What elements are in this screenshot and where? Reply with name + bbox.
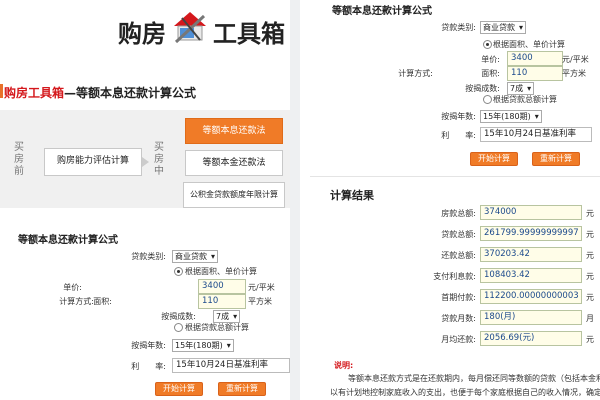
reset-button[interactable]: 重新计算 (218, 382, 266, 396)
result-label: 首期付款: (441, 293, 476, 302)
result-label: 贷款总额: (441, 230, 476, 239)
calc-by-area-label: 根据面积、单价计算 (185, 267, 257, 276)
years-select[interactable]: 15年(180期) (480, 110, 542, 123)
stage-before-label: 买房前 (14, 142, 24, 177)
result-label: 房款总额: (441, 209, 476, 218)
loan-type-select[interactable]: 商业贷款 (480, 21, 526, 34)
ratio-label: 按揭成数: (465, 84, 500, 93)
result-value: 370203.42 (480, 247, 582, 262)
note-line-1: 等额本息还款方式是在还款期内，每月偿还同等数额的贷款（包括本金和 (348, 374, 600, 383)
loan-type-label: 贷款类别: (441, 23, 476, 32)
start-calc-button[interactable]: 开始计算 (470, 152, 518, 166)
page-title-brand: 购房工具箱 (4, 86, 65, 100)
calc-method-label: 计算方式: (59, 297, 94, 306)
result-label: 月均还款: (441, 335, 476, 344)
calc-by-total-radio[interactable] (174, 323, 183, 332)
years-label: 按揭年数: (441, 112, 476, 121)
result-unit: 元 (586, 272, 594, 281)
ratio-label: 按揭成数: (161, 312, 196, 321)
result-unit: 元 (586, 251, 594, 260)
result-unit: 元 (586, 230, 594, 239)
reset-button[interactable]: 重新计算 (532, 152, 580, 166)
logo-text-left: 购房 (118, 19, 166, 48)
area-unit: 平方米 (562, 69, 586, 78)
title-accent-bar (0, 84, 3, 98)
price-label: 单价: (481, 55, 500, 64)
rate-label: 利 率: (131, 362, 166, 371)
result-label: 还款总额: (441, 251, 476, 260)
area-input[interactable]: 110 (198, 294, 246, 309)
result-value: 261799.99999999997 (480, 226, 582, 241)
calc-by-area-radio[interactable] (483, 40, 492, 49)
result-label: 支付利息款: (433, 272, 476, 281)
note-title: 说明: (334, 361, 354, 370)
result-unit: 元 (586, 209, 594, 218)
left-form-heading: 等额本息还款计算公式 (18, 235, 118, 246)
logo-text-right: 工具箱 (213, 19, 285, 48)
page-title-rest: —等额本息还款计算公式 (64, 86, 197, 100)
price-input[interactable]: 3400 (198, 279, 246, 294)
calc-by-total-label: 根据贷款总额计算 (185, 323, 249, 332)
price-unit: 元/平米 (248, 283, 275, 292)
results-divider (310, 176, 600, 177)
result-label: 贷款月数: (441, 314, 476, 323)
result-unit: 元 (586, 335, 594, 344)
area-input[interactable]: 110 (507, 66, 563, 81)
house-tools-icon (170, 6, 210, 46)
page-title: 购房工具箱—等额本息还款计算公式 (4, 84, 196, 101)
result-unit: 月 (586, 314, 594, 323)
right-panel: 等额本息还款计算公式 贷款类别: 商业贷款 根据面积、单价计算 单价: 3400… (300, 0, 600, 400)
right-form-heading: 等额本息还款计算公式 (332, 6, 432, 17)
results-heading: 计算结果 (330, 189, 374, 202)
price-unit: 元/平米 (562, 55, 589, 64)
panel-divider (290, 0, 300, 400)
result-unit: 元 (586, 293, 594, 302)
rate-input[interactable]: 15年10月24日基准利率 (480, 127, 592, 142)
rate-input[interactable]: 15年10月24日基准利率 (172, 358, 290, 373)
assess-button[interactable]: 购房能力评估计算 (44, 148, 142, 176)
years-label: 按揭年数: (131, 341, 166, 350)
left-panel: 购房 工具箱 购房工具箱—等额本息还款计算公式 买房前 购房能力评估计算 买房中… (0, 0, 290, 400)
calc-by-total-radio[interactable] (483, 95, 492, 104)
start-calc-button[interactable]: 开始计算 (155, 382, 203, 396)
calc-by-total-label: 根据贷款总额计算 (493, 95, 557, 104)
stage-during-label: 买房中 (154, 142, 164, 177)
equal-installment-button[interactable]: 等额本息还款法 (185, 118, 283, 144)
result-value: 2056.69(元) (480, 331, 582, 346)
result-value: 108403.42 (480, 268, 582, 283)
note-line-2: 以有计划地控制家庭收入的支出，也便于每个家庭根据自己的收入情况，确定 (330, 388, 600, 397)
area-label: 面积: (481, 69, 500, 78)
loan-type-select[interactable]: 商业贷款 (172, 250, 218, 263)
area-unit: 平方米 (248, 297, 272, 306)
result-value: 112200.00000000003 (480, 289, 582, 304)
fund-limit-button[interactable]: 公积金贷款额度年限计算 (183, 182, 285, 208)
rate-label: 利 率: (441, 131, 476, 140)
area-label: 面积: (93, 297, 112, 306)
result-value: 180(月) (480, 310, 582, 325)
calc-method-label: 计算方式: (398, 69, 433, 78)
calc-by-area-label: 根据面积、单价计算 (493, 40, 565, 49)
years-select[interactable]: 15年(180期) (172, 339, 234, 352)
price-input[interactable]: 3400 (507, 51, 563, 66)
price-label: 单价: (63, 283, 82, 292)
result-value: 374000 (480, 205, 582, 220)
arrow-right-icon (142, 157, 149, 167)
loan-type-label: 贷款类别: (131, 252, 166, 261)
equal-principal-button[interactable]: 等额本金还款法 (185, 150, 283, 176)
calc-by-area-radio[interactable] (174, 267, 183, 276)
